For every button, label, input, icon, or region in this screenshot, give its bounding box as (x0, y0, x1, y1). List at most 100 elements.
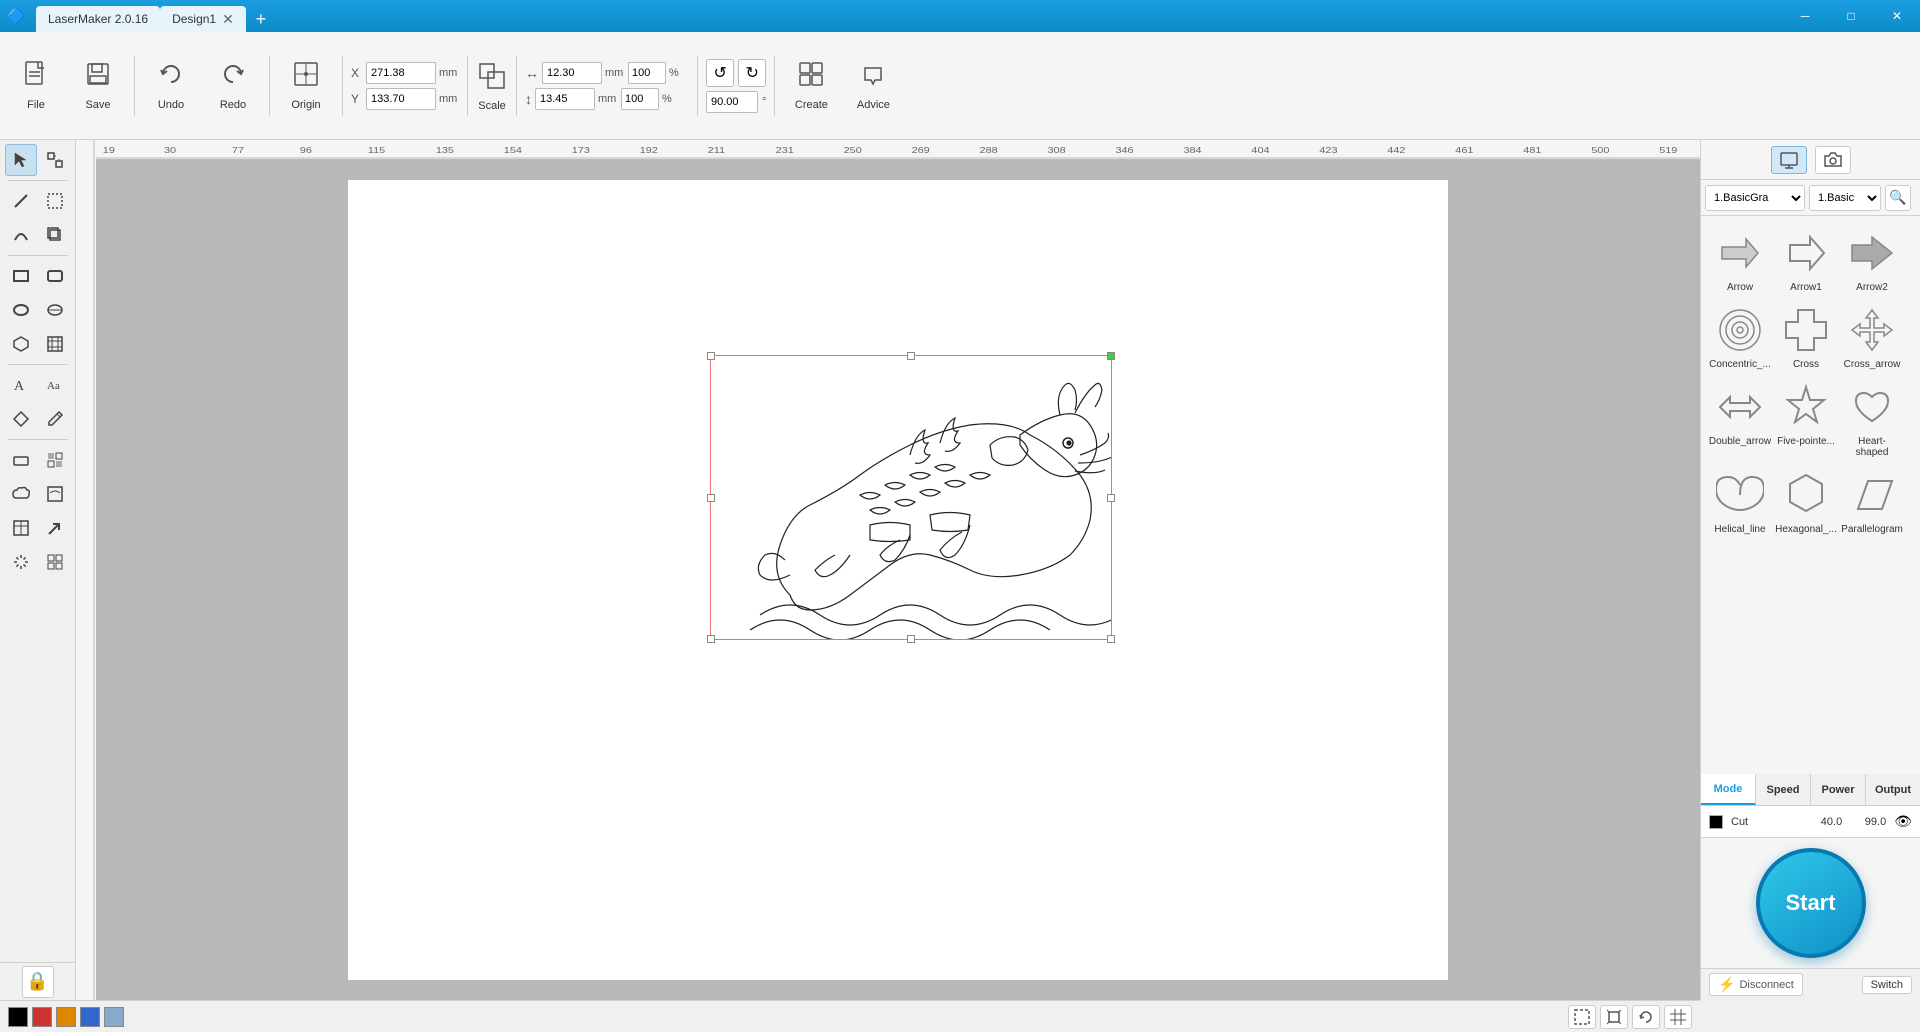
canvas-area[interactable]: 19 30 77 96 115 135 154 173 192 211 231 … (76, 140, 1700, 1000)
ellipse-tool-button[interactable] (5, 294, 37, 326)
category-selector[interactable]: 1.BasicGra (1705, 185, 1805, 211)
rotate-cw-button[interactable]: ↻ (738, 59, 766, 87)
eraser-tool-pair (5, 444, 71, 476)
minimize-button[interactable]: ─ (1782, 0, 1828, 32)
create-button[interactable]: Create (783, 52, 839, 120)
layer-row[interactable]: Cut 40.0 99.0 👁 (1701, 806, 1920, 838)
file-button[interactable]: File (8, 52, 64, 120)
rotate-input[interactable] (706, 91, 758, 113)
mosaic-tool-button[interactable] (39, 444, 71, 476)
shape-item-parallelogram[interactable]: Parallelogram (1841, 466, 1903, 539)
shape-item-hexagonal[interactable]: Hexagonal_... (1775, 466, 1837, 539)
lock-button[interactable]: 🔒 (22, 966, 54, 998)
svg-text:404: 404 (1251, 146, 1270, 155)
layer-color-swatch[interactable] (1709, 815, 1723, 829)
svg-text:77: 77 (232, 146, 244, 155)
camera-toggle-button[interactable] (1815, 146, 1851, 174)
save-button[interactable]: Save (70, 52, 126, 120)
spinner-tool-button[interactable] (5, 546, 37, 578)
grid2-tool-button[interactable] (39, 546, 71, 578)
cloud2-tool-button[interactable] (39, 478, 71, 510)
close-button[interactable]: ✕ (1874, 0, 1920, 32)
curve-tool-button[interactable] (5, 219, 37, 251)
undo-button[interactable]: Undo (143, 52, 199, 120)
shape-arrow2-icon (1847, 228, 1897, 278)
start-button[interactable]: Start (1756, 848, 1866, 958)
width-pct-input[interactable] (628, 62, 666, 84)
fit-view-button[interactable] (1600, 1005, 1628, 1029)
cloud-tool-button[interactable] (5, 478, 37, 510)
extra-tool-pair (5, 546, 71, 578)
arrow-tool-button[interactable] (39, 512, 71, 544)
pencil-tool-button[interactable] (39, 403, 71, 435)
switch-button[interactable]: Switch (1862, 976, 1912, 994)
layer-copy-button[interactable] (39, 219, 71, 251)
close-tab-button[interactable]: ✕ (222, 11, 234, 28)
table-tool-button[interactable] (5, 512, 37, 544)
x-input[interactable] (366, 62, 436, 84)
tab-mode[interactable]: Mode (1701, 774, 1756, 805)
new-tab-button[interactable]: + (248, 6, 274, 32)
design-tab[interactable]: Design1 ✕ (160, 6, 246, 32)
pen-tool-button[interactable] (5, 185, 37, 217)
color-blue[interactable] (80, 1007, 100, 1027)
layer-speed-value: 40.0 (1806, 816, 1842, 828)
shape-item-heart[interactable]: Heart-shaped (1841, 378, 1903, 462)
shape-item-cross-arrow[interactable]: Cross_arrow (1841, 301, 1903, 374)
shape-item-helical[interactable]: Helical_line (1709, 466, 1771, 539)
width-input[interactable] (542, 62, 602, 84)
color-orange[interactable] (56, 1007, 76, 1027)
style-tool-button[interactable] (39, 185, 71, 217)
rotate-ccw-button[interactable]: ↺ (706, 59, 734, 87)
shape-search-button[interactable]: 🔍 (1885, 185, 1911, 211)
layer-visibility-button[interactable]: 👁 (1894, 813, 1912, 830)
left-tool-sep-3 (8, 364, 68, 365)
origin-button[interactable]: Origin (278, 52, 334, 120)
text2-tool-button[interactable]: Aa (39, 369, 71, 401)
shape-parallelogram-icon (1847, 470, 1897, 520)
shape-item-arrow[interactable]: Arrow (1709, 224, 1771, 297)
undo-redo-group: Undo Redo (143, 52, 261, 120)
rect-tool-button[interactable] (5, 260, 37, 292)
tab-output[interactable]: Output (1866, 774, 1920, 805)
rect2-tool-button[interactable] (39, 260, 71, 292)
shape-item-arrow1[interactable]: Arrow1 (1775, 224, 1837, 297)
height-pct-input[interactable] (621, 88, 659, 110)
svg-text:481: 481 (1523, 146, 1541, 155)
tab-speed[interactable]: Speed (1756, 774, 1811, 805)
scale-icon (476, 60, 508, 98)
grid-toggle-button[interactable] (1664, 1005, 1692, 1029)
display-toggle-button[interactable] (1771, 146, 1807, 174)
maximize-button[interactable]: □ (1828, 0, 1874, 32)
color-lightblue[interactable] (104, 1007, 124, 1027)
shape-item-concentric[interactable]: Concentric_... (1709, 301, 1771, 374)
canvas-viewport[interactable] (96, 160, 1700, 1000)
grid-tool-button[interactable] (39, 328, 71, 360)
color-red[interactable] (32, 1007, 52, 1027)
shape-item-cross[interactable]: Cross (1775, 301, 1837, 374)
disconnect-button[interactable]: ⚡ Disconnect (1709, 973, 1803, 996)
diamond-tool-button[interactable] (5, 403, 37, 435)
subcategory-selector[interactable]: 1.Basic (1809, 185, 1881, 211)
refresh-button[interactable] (1632, 1005, 1660, 1029)
text-tool-button[interactable]: A (5, 369, 37, 401)
shape-item-double-arrow[interactable]: Double_arrow (1709, 378, 1771, 462)
ellipse2-tool-button[interactable] (39, 294, 71, 326)
select-all-button[interactable] (1568, 1005, 1596, 1029)
tab-power[interactable]: Power (1811, 774, 1866, 805)
y-input[interactable] (366, 88, 436, 110)
select-tool-button[interactable] (5, 144, 37, 176)
shape-item-five-pointed[interactable]: Five-pointe... (1775, 378, 1837, 462)
node-tool-button[interactable] (39, 144, 71, 176)
advice-button[interactable]: Advice (845, 52, 901, 120)
statusbar (0, 1000, 1700, 1032)
polygon-tool-button[interactable] (5, 328, 37, 360)
width-unit: mm (605, 67, 625, 79)
select-tool-pair (5, 144, 71, 176)
color-black[interactable] (8, 1007, 28, 1027)
eraser-tool-button[interactable] (5, 444, 37, 476)
redo-button[interactable]: Redo (205, 52, 261, 120)
height-input[interactable] (535, 88, 595, 110)
shape-item-arrow2[interactable]: Arrow2 (1841, 224, 1903, 297)
scale-block: Scale (476, 60, 508, 112)
